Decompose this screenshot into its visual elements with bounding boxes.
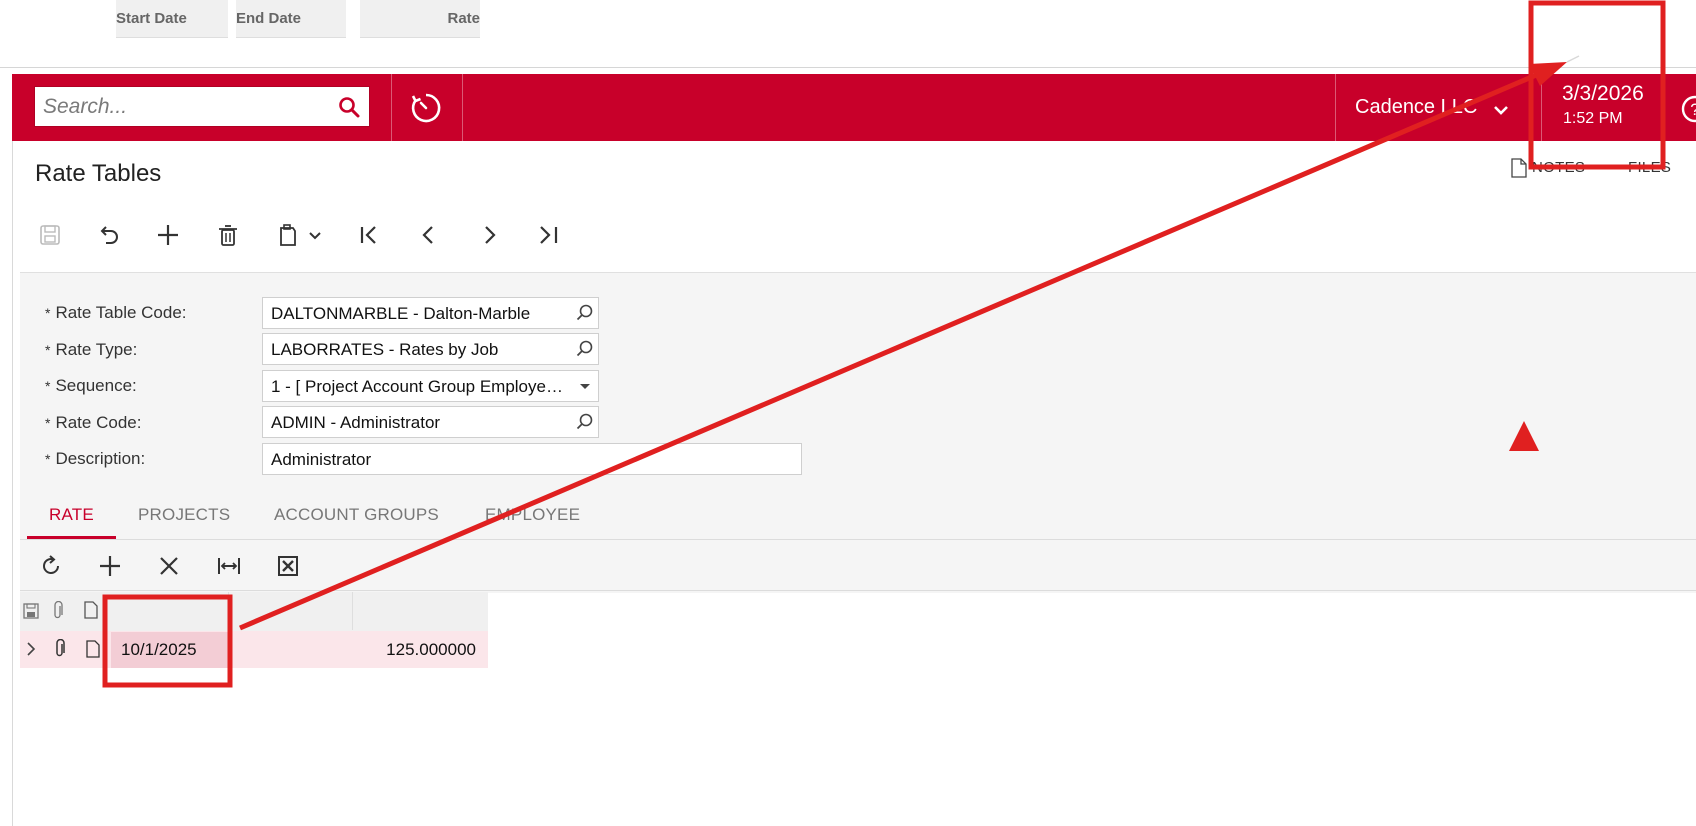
column-divider <box>228 592 229 630</box>
column-divider <box>352 592 353 630</box>
chevron-down-icon[interactable] <box>306 222 324 248</box>
top-bar-divider <box>462 74 463 141</box>
field-value: DALTONMARBLE - Dalton-Marble <box>271 304 531 323</box>
tab-rate[interactable]: RATE <box>49 505 94 525</box>
tab-account-groups[interactable]: ACCOUNT GROUPS <box>274 505 439 525</box>
paperclip-icon <box>54 601 63 619</box>
history-icon[interactable] <box>410 92 442 124</box>
previous-record-icon[interactable] <box>416 222 442 248</box>
lookup-icon[interactable] <box>575 303 595 323</box>
label-text: Rate Table Code: <box>55 303 187 322</box>
svg-text:?: ? <box>1690 100 1696 119</box>
last-record-icon[interactable] <box>535 222 561 248</box>
description-field[interactable]: Administrator <box>262 443 802 475</box>
top-bar-divider <box>1335 74 1336 141</box>
top-bar-divider <box>1541 74 1542 141</box>
search-input[interactable] <box>41 87 325 127</box>
required-marker: * <box>45 451 51 467</box>
lookup-icon[interactable] <box>575 412 595 432</box>
rate-code-label: * Rate Code: <box>45 413 141 433</box>
export-excel-icon[interactable] <box>275 553 301 579</box>
next-record-icon[interactable] <box>476 222 502 248</box>
fit-to-screen-icon[interactable] <box>216 553 242 579</box>
notes-link[interactable]: NOTES <box>1532 159 1585 176</box>
label-text: Description: <box>55 449 146 468</box>
field-value: 1 - [ Project Account Group Employe… <box>271 377 563 396</box>
search-box[interactable] <box>34 86 370 127</box>
top-bar-divider <box>391 74 392 141</box>
tab-projects[interactable]: PROJECTS <box>138 505 230 525</box>
rate-table-code-label: * Rate Table Code: <box>45 303 187 323</box>
note-icon[interactable] <box>1511 158 1527 178</box>
rate-code-field[interactable]: ADMIN - Administrator <box>262 406 599 438</box>
field-value: ADMIN - Administrator <box>271 413 441 432</box>
add-icon[interactable] <box>155 222 181 248</box>
undo-icon[interactable] <box>96 222 122 248</box>
company-selector[interactable]: Cadence LLC <box>1355 96 1477 119</box>
delete-icon[interactable] <box>215 222 241 248</box>
required-marker: * <box>45 342 51 358</box>
refresh-icon[interactable] <box>38 553 64 579</box>
sequence-label: * Sequence: <box>45 376 137 396</box>
clipboard-icon[interactable] <box>274 222 300 248</box>
grid-toolbar <box>20 540 1696 591</box>
chevron-down-icon[interactable] <box>1493 104 1509 116</box>
add-row-icon[interactable] <box>97 553 123 579</box>
business-date[interactable]: 3/3/2026 <box>1562 82 1644 106</box>
label-text: Rate Code: <box>55 413 142 432</box>
sequence-dropdown[interactable]: 1 - [ Project Account Group Employe… <box>262 370 599 402</box>
dropdown-arrow-icon[interactable] <box>575 376 595 396</box>
required-marker: * <box>45 305 51 321</box>
field-value: LABORRATES - Rates by Job <box>271 340 499 359</box>
note-icon[interactable] <box>86 640 100 658</box>
required-marker: * <box>45 378 51 394</box>
label-text: Sequence: <box>55 376 137 395</box>
rate-cell[interactable]: 125.000000 <box>360 640 476 660</box>
business-time[interactable]: 1:52 PM <box>1563 110 1623 128</box>
search-icon[interactable] <box>337 95 361 119</box>
files-link[interactable]: FILES <box>1628 159 1671 176</box>
active-tab-indicator <box>27 536 116 539</box>
column-header-start-date[interactable]: Start Date <box>116 0 228 38</box>
required-marker: * <box>45 415 51 431</box>
chevron-right-icon[interactable] <box>25 641 37 657</box>
rate-type-field[interactable]: LABORRATES - Rates by Job <box>262 333 599 365</box>
save-icon[interactable] <box>37 222 63 248</box>
lookup-icon[interactable] <box>575 339 595 359</box>
description-label: * Description: <box>45 449 145 469</box>
rate-table-code-field[interactable]: DALTONMARBLE - Dalton-Marble <box>262 297 599 329</box>
save-icon <box>23 603 39 619</box>
note-icon <box>84 601 98 619</box>
paperclip-icon[interactable] <box>53 639 67 659</box>
start-date-cell[interactable]: 10/1/2025 <box>121 640 197 660</box>
first-record-icon[interactable] <box>357 222 383 248</box>
rate-type-label: * Rate Type: <box>45 340 137 360</box>
column-header-rate[interactable]: Rate <box>360 0 480 38</box>
field-value: Administrator <box>271 450 372 469</box>
delete-row-icon[interactable] <box>156 553 182 579</box>
page-title: Rate Tables <box>35 160 162 187</box>
column-header-end-date[interactable]: End Date <box>236 0 346 38</box>
tab-employee[interactable]: EMPLOYEE <box>485 505 580 525</box>
label-text: Rate Type: <box>55 340 138 359</box>
help-icon[interactable]: ? <box>1680 94 1696 124</box>
